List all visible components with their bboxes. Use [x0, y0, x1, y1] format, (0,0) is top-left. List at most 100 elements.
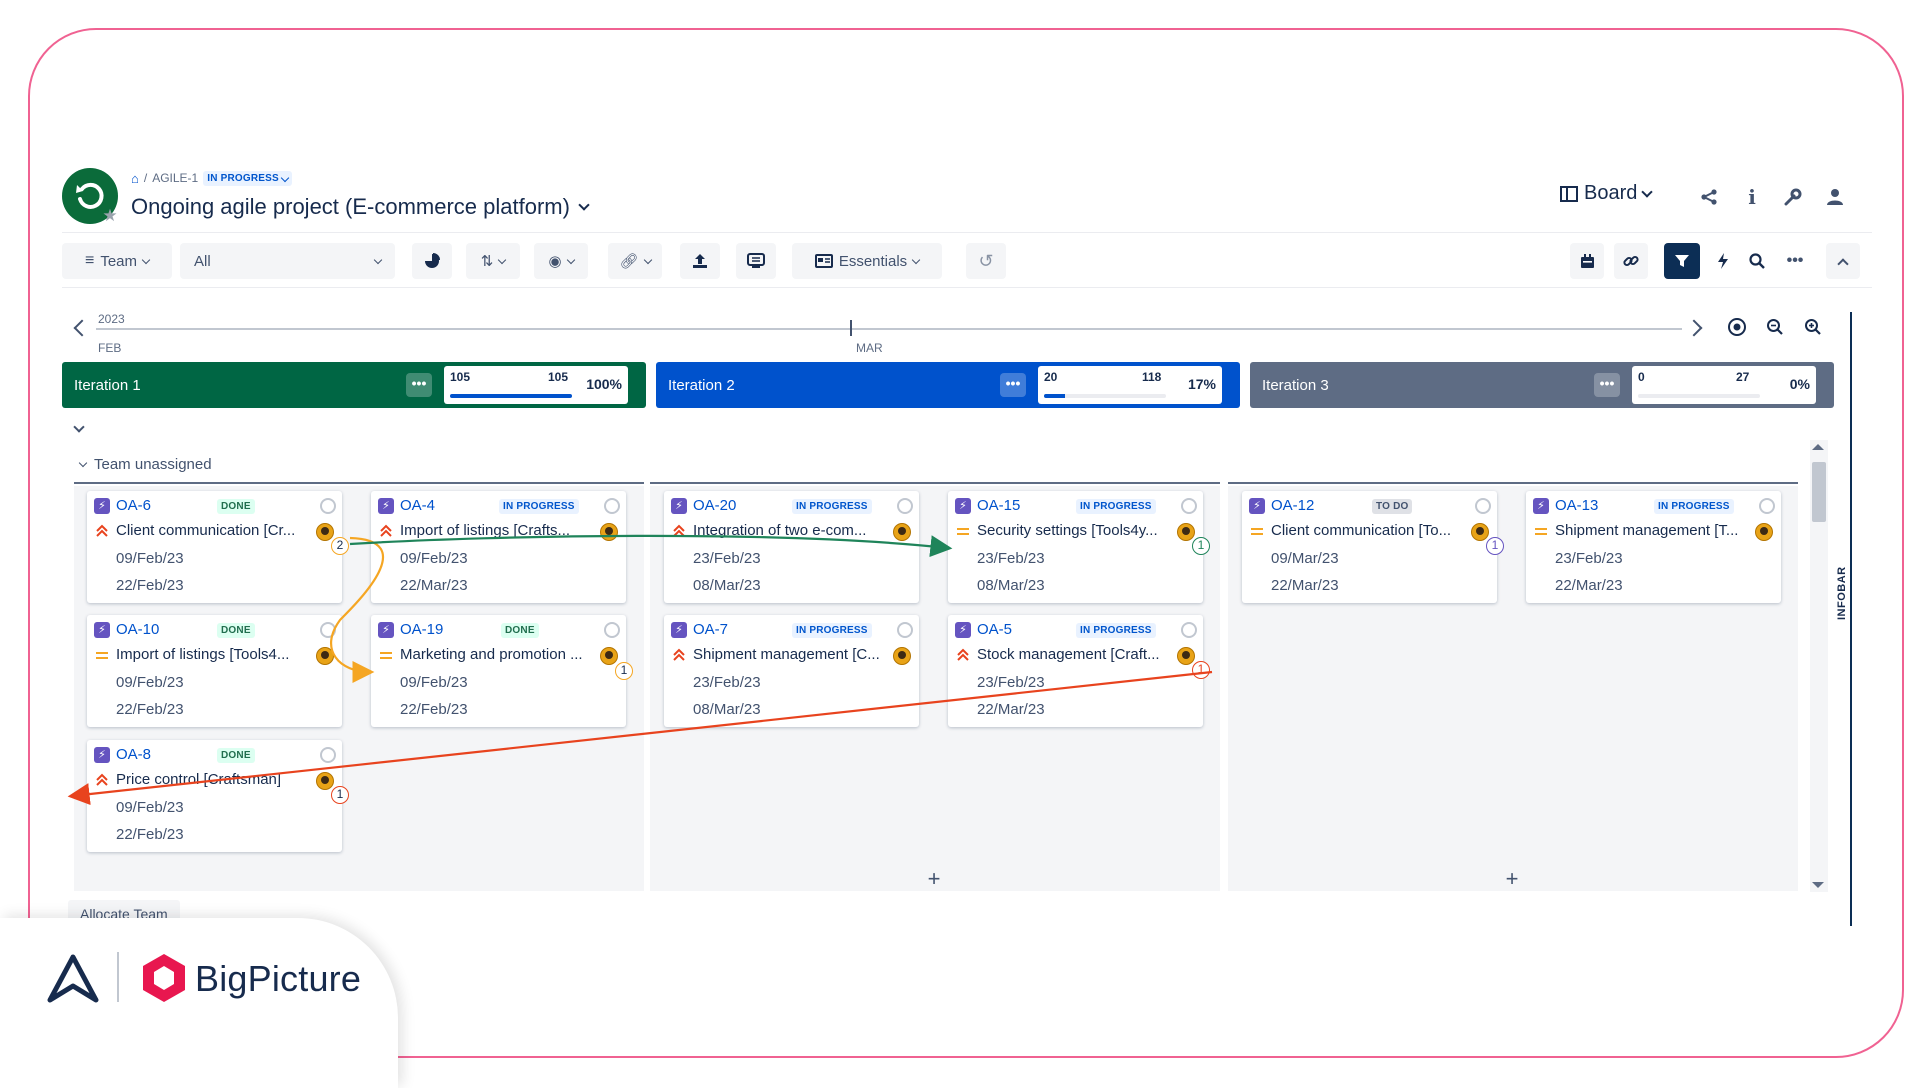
card-oa-6[interactable]: ⚡︎ OA-6 DONE Client communication [Cr...… [87, 491, 349, 603]
undo-icon[interactable]: ↺ [966, 243, 1006, 279]
card-oa-13[interactable]: ⚡︎ OA-13 IN PROGRESS Shipment management… [1526, 491, 1781, 603]
assignee-avatar[interactable] [316, 647, 334, 665]
board-view-button[interactable]: Board [1560, 182, 1654, 205]
unassigned-avatar-icon[interactable] [1181, 622, 1197, 638]
unassigned-avatar-icon[interactable] [897, 622, 913, 638]
assignee-avatar[interactable] [1471, 523, 1489, 541]
card-key[interactable]: OA-15 [977, 497, 1020, 514]
scroll-up-icon[interactable] [1812, 444, 1824, 450]
assignee-avatar[interactable] [1755, 523, 1773, 541]
dependency-count-badge[interactable]: 1 [615, 662, 633, 680]
infobar-toggle[interactable]: INFOBAR [1836, 566, 1848, 620]
card-key[interactable]: OA-12 [1271, 497, 1314, 514]
unassigned-avatar-icon[interactable] [1181, 498, 1197, 514]
more-icon[interactable]: ••• [1000, 373, 1026, 397]
add-card-button[interactable]: + [1500, 866, 1524, 892]
breadcrumb-key[interactable]: AGILE-1 [152, 171, 198, 185]
dependency-count-badge[interactable]: 1 [1192, 661, 1210, 679]
card-start-date: 09/Feb/23 [116, 550, 184, 567]
card-key[interactable]: OA-7 [693, 621, 728, 638]
card-key[interactable]: OA-4 [400, 497, 435, 514]
timeline-prev-icon[interactable] [70, 316, 91, 340]
card-oa-15[interactable]: ⚡︎ OA-15 IN PROGRESS Security settings [… [948, 491, 1210, 603]
scrollbar-thumb[interactable] [1812, 462, 1826, 522]
zoom-in-icon[interactable] [1798, 312, 1828, 342]
timeline-axis[interactable] [96, 328, 1682, 330]
card-key[interactable]: OA-13 [1555, 497, 1598, 514]
scroll-down-icon[interactable] [1812, 882, 1824, 888]
card-oa-19[interactable]: ⚡︎ OA-19 DONE Marketing and promotion ..… [371, 615, 633, 727]
link-dropdown[interactable]: 🔗︎ [608, 243, 662, 279]
collapse-up-icon[interactable] [1826, 243, 1860, 279]
column-divider [650, 482, 1220, 484]
card-oa-20[interactable]: ⚡︎ OA-20 IN PROGRESS Integration of two … [664, 491, 919, 603]
unassigned-avatar-icon[interactable] [320, 622, 336, 638]
team-filter-select[interactable]: All [180, 243, 395, 279]
unassigned-avatar-icon[interactable] [1475, 498, 1491, 514]
link-icon[interactable] [1614, 243, 1648, 279]
page-title[interactable]: Ongoing agile project (E-commerce platfo… [131, 194, 590, 220]
swimlane-header[interactable]: Team unassigned [78, 456, 212, 473]
unassigned-avatar-icon[interactable] [897, 498, 913, 514]
card-key[interactable]: OA-8 [116, 746, 151, 763]
assignee-avatar[interactable] [316, 772, 334, 790]
essentials-dropdown[interactable]: Essentials [792, 243, 942, 279]
info-icon[interactable]: i [1735, 180, 1769, 214]
card-oa-4[interactable]: ⚡︎ OA-4 IN PROGRESS Import of listings [… [371, 491, 626, 603]
home-icon[interactable]: ⌂ [131, 171, 139, 186]
card-oa-8[interactable]: ⚡︎ OA-8 DONE Price control [Craftsman] 0… [87, 740, 349, 852]
assignee-avatar[interactable] [600, 647, 618, 665]
sort-dropdown[interactable]: ⇅ [466, 243, 520, 279]
upload-icon[interactable] [680, 243, 720, 279]
breadcrumb-status[interactable]: IN PROGRESS [203, 170, 292, 186]
share-icon[interactable] [1692, 180, 1726, 214]
card-oa-10[interactable]: ⚡︎ OA-10 DONE Import of listings [Tools4… [87, 615, 342, 727]
card-key[interactable]: OA-10 [116, 621, 159, 638]
collapse-all-icon[interactable] [70, 418, 90, 438]
card-key[interactable]: OA-20 [693, 497, 736, 514]
search-icon[interactable] [1742, 243, 1772, 279]
more-icon[interactable]: ••• [406, 373, 432, 397]
user-icon[interactable] [1818, 180, 1852, 214]
unassigned-avatar-icon[interactable] [320, 498, 336, 514]
more-icon[interactable]: ••• [1594, 373, 1620, 397]
card-key[interactable]: OA-19 [400, 621, 443, 638]
filter-icon[interactable] [1664, 243, 1700, 279]
card-key[interactable]: OA-6 [116, 497, 151, 514]
timeline-next-icon[interactable] [1685, 316, 1708, 340]
iteration-header-3[interactable]: Iteration 3 ••• 0 27 0% [1250, 362, 1834, 408]
iteration-progress: 0 27 0% [1632, 366, 1816, 404]
team-view-dropdown[interactable]: ≡ Team [62, 243, 172, 279]
assignee-avatar[interactable] [600, 523, 618, 541]
add-card-button[interactable]: + [922, 866, 946, 892]
dependency-count-badge[interactable]: 1 [1486, 537, 1504, 555]
unassigned-avatar-icon[interactable] [1759, 498, 1775, 514]
assignee-avatar[interactable] [893, 647, 911, 665]
visibility-dropdown[interactable]: ◉ [534, 243, 588, 279]
zoom-out-icon[interactable] [1760, 312, 1790, 342]
unassigned-avatar-icon[interactable] [604, 622, 620, 638]
pie-chart-icon[interactable] [412, 243, 452, 279]
calendar-icon[interactable] [1570, 243, 1604, 279]
assignee-avatar[interactable] [1177, 647, 1195, 665]
assignee-avatar[interactable] [1177, 523, 1195, 541]
card-oa-12[interactable]: ⚡︎ OA-12 TO DO Client communication [To.… [1242, 491, 1504, 603]
unassigned-avatar-icon[interactable] [604, 498, 620, 514]
lightning-icon[interactable] [1708, 243, 1738, 279]
dependency-count-badge[interactable]: 2 [331, 537, 349, 555]
dependency-count-badge[interactable]: 1 [331, 786, 349, 804]
wrench-icon[interactable] [1776, 180, 1810, 214]
target-icon[interactable] [1722, 312, 1752, 342]
swap-icon[interactable] [736, 243, 776, 279]
assignee-avatar[interactable] [316, 523, 334, 541]
iteration-header-1[interactable]: Iteration 1 ••• 105 105 100% [62, 362, 646, 408]
card-key[interactable]: OA-5 [977, 621, 1012, 638]
more-icon[interactable]: ••• [1780, 243, 1810, 279]
card-oa-5[interactable]: ⚡︎ OA-5 IN PROGRESS Stock management [Cr… [948, 615, 1210, 727]
iteration-header-2[interactable]: Iteration 2 ••• 20 118 17% [656, 362, 1240, 408]
assignee-avatar[interactable] [893, 523, 911, 541]
card-oa-7[interactable]: ⚡︎ OA-7 IN PROGRESS Shipment management … [664, 615, 919, 727]
unassigned-avatar-icon[interactable] [320, 747, 336, 763]
star-icon[interactable]: ★ [100, 206, 120, 226]
dependency-count-badge[interactable]: 1 [1192, 537, 1210, 555]
